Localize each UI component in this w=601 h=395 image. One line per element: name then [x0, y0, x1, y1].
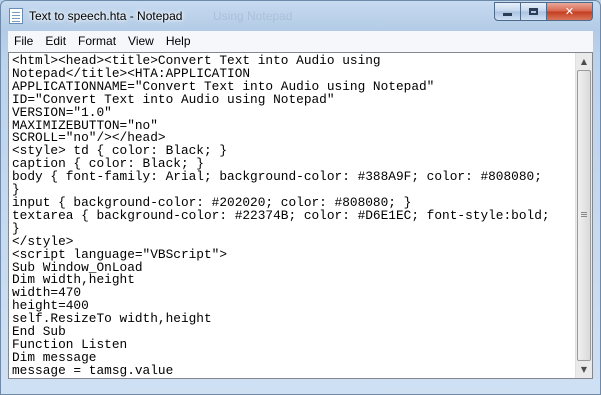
- vertical-scrollbar[interactable]: ▲ ▼: [575, 53, 592, 378]
- scrollbar-thumb[interactable]: [577, 70, 591, 361]
- window-bottom-frame: [8, 379, 593, 389]
- scroll-down-arrow-icon[interactable]: ▼: [576, 361, 592, 378]
- maximize-button[interactable]: [520, 2, 547, 21]
- close-icon: ✕: [564, 5, 575, 18]
- notepad-window: Text to speech.hta - Notepad Using Notep…: [0, 0, 601, 395]
- scroll-up-arrow-icon[interactable]: ▲: [576, 53, 592, 70]
- minimize-icon: [503, 13, 512, 16]
- editor-content[interactable]: <html><head><title>Convert Text into Aud…: [12, 54, 550, 378]
- minimize-button[interactable]: [494, 2, 521, 21]
- maximize-icon: [529, 8, 538, 15]
- close-button[interactable]: ✕: [546, 2, 593, 21]
- menu-file[interactable]: File: [8, 32, 39, 51]
- window-title: Text to speech.hta - Notepad: [29, 9, 183, 23]
- menu-edit[interactable]: Edit: [39, 32, 72, 51]
- text-editor[interactable]: <html><head><title>Convert Text into Aud…: [8, 52, 593, 379]
- menu-view[interactable]: View: [122, 32, 160, 51]
- menu-format[interactable]: Format: [72, 32, 122, 51]
- title-bar[interactable]: Text to speech.hta - Notepad Using Notep…: [1, 1, 600, 31]
- menu-help[interactable]: Help: [160, 32, 197, 51]
- menu-bar: File Edit Format View Help: [8, 31, 593, 53]
- notepad-app-icon[interactable]: [9, 8, 23, 24]
- background-window-title: Using Notepad: [213, 9, 293, 23]
